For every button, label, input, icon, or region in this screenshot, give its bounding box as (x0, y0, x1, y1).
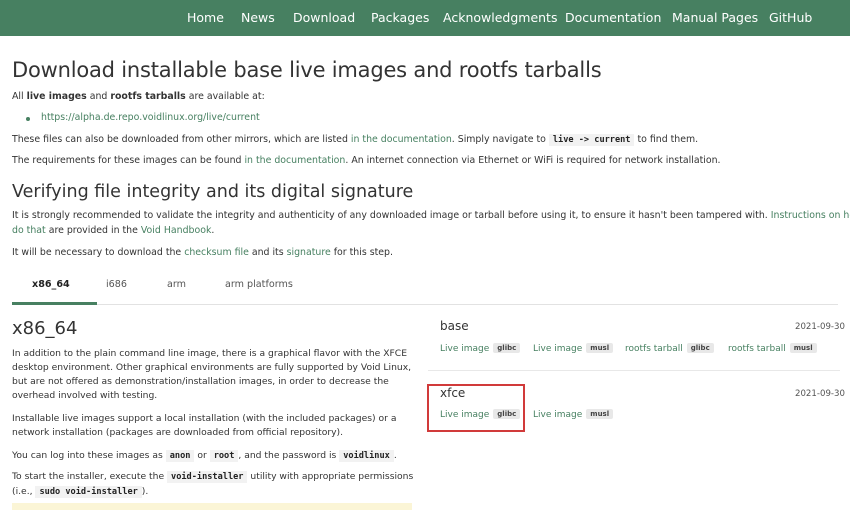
glibc-badge: glibc (493, 343, 521, 353)
requirements-text: The requirements for these images can be… (12, 155, 245, 166)
link-label: Live image (533, 344, 583, 354)
login-paragraph: You can log into these images as anon or… (12, 449, 397, 464)
live-current-code: live -> current (548, 134, 635, 146)
nav-github[interactable]: GitHub (769, 0, 812, 36)
xfce-highlight-box (427, 384, 525, 432)
nav-download[interactable]: Download (293, 0, 355, 36)
checksum-paragraph: It will be necessary to download the che… (12, 246, 393, 261)
anon-code: anon (165, 450, 195, 462)
signature-link[interactable]: signature (287, 247, 331, 258)
requirements-paragraph: The requirements for these images can be… (12, 154, 721, 169)
installer-text: ). (141, 486, 149, 497)
arch-tabs: x86_64 i686 arm arm platforms (12, 275, 838, 305)
base-rootfs-musl-link[interactable]: rootfs tarball musl (728, 343, 817, 354)
mirrors-text: These files can also be downloaded from … (12, 134, 351, 145)
base-date: 2021-09-30 (795, 322, 845, 332)
downloads-divider (428, 370, 840, 371)
verify-paragraph-line1: It is strongly recommended to validate t… (12, 209, 850, 224)
instructions-link-cont[interactable]: do that (12, 225, 46, 236)
nav-packages[interactable]: Packages (371, 0, 429, 36)
verify-paragraph-line2: do that are provided in the Void Handboo… (12, 224, 214, 239)
sudo-void-installer-code: sudo void-installer (35, 486, 142, 498)
mirrors-text: . Simply navigate to (451, 134, 549, 145)
nav-manual-pages[interactable]: Manual Pages (672, 0, 758, 36)
musl-badge: musl (586, 409, 614, 419)
requirements-documentation-link[interactable]: in the documentation (244, 155, 345, 166)
documentation-link[interactable]: in the documentation (351, 134, 452, 145)
verify-text: are provided in the (45, 225, 141, 236)
rootfs-tarballs-label: rootfs tarballs (110, 91, 186, 102)
arch-paragraph-2: Installable live images support a local … (12, 413, 397, 438)
voidlinux-code: voidlinux (339, 450, 394, 462)
tab-x86-64[interactable]: x86_64 (32, 279, 70, 290)
void-installer-code: void-installer (167, 471, 248, 483)
root-code: root (209, 450, 239, 462)
note-box (12, 503, 412, 510)
installer-paragraph-line2: (i.e., sudo void-installer). (12, 485, 148, 500)
verify-text: . (211, 225, 215, 236)
installer-text: (i.e., (12, 486, 36, 497)
base-live-glibc-link[interactable]: Live image glibc (440, 343, 521, 354)
link-label: rootfs tarball (625, 344, 683, 354)
verify-text: It is strongly recommended to validate t… (12, 210, 771, 221)
checksum-text: for this step. (330, 247, 393, 258)
intro-text: are available at: (185, 91, 265, 102)
arch-title: x86_64 (12, 318, 78, 339)
intro-text: All (12, 91, 27, 102)
void-handbook-link[interactable]: Void Handbook (141, 225, 212, 236)
page-title: Download installable base live images an… (12, 58, 602, 82)
arch-paragraph-1: In addition to the plain command line im… (12, 348, 412, 401)
base-title: base (440, 319, 469, 333)
checksum-text: and its (248, 247, 287, 258)
mirrors-paragraph: These files can also be downloaded from … (12, 133, 698, 148)
mirror-url-link[interactable]: https://alpha.de.repo.voidlinux.org/live… (41, 112, 260, 123)
login-text: . (393, 450, 397, 461)
active-tab-indicator (12, 302, 97, 305)
bullet-icon (26, 117, 30, 121)
intro-available: All live images and rootfs tarballs are … (12, 90, 265, 105)
installer-text: To start the installer, execute the (12, 471, 168, 482)
top-navbar: Home News Download Packages Acknowledgme… (0, 0, 850, 36)
login-text: You can log into these images as (12, 450, 166, 461)
glibc-badge: glibc (686, 343, 714, 353)
base-rootfs-glibc-link[interactable]: rootfs tarball glibc (625, 343, 714, 354)
link-label: Live image (440, 344, 490, 354)
instructions-link[interactable]: Instructions on how to (771, 210, 850, 221)
login-text: , and the password is (238, 450, 340, 461)
nav-documentation[interactable]: Documentation (565, 0, 661, 36)
installer-text: utility with appropriate permissions (247, 471, 414, 482)
intro-text: and (86, 91, 111, 102)
link-label: Live image (533, 410, 583, 420)
requirements-text: . An internet connection via Ethernet or… (345, 155, 721, 166)
live-images-label: live images (26, 91, 87, 102)
xfce-live-musl-link[interactable]: Live image musl (533, 409, 614, 420)
nav-acknowledgments[interactable]: Acknowledgments (443, 0, 557, 36)
musl-badge: musl (586, 343, 614, 353)
checksum-text: It will be necessary to download the (12, 247, 185, 258)
xfce-date: 2021-09-30 (795, 389, 845, 399)
tab-i686[interactable]: i686 (106, 279, 127, 290)
nav-news[interactable]: News (241, 0, 275, 36)
checksum-file-link[interactable]: checksum file (184, 247, 249, 258)
tab-arm[interactable]: arm (167, 279, 186, 290)
link-label: rootfs tarball (728, 344, 786, 354)
tab-arm-platforms[interactable]: arm platforms (225, 279, 293, 290)
login-text: or (194, 450, 210, 461)
installer-paragraph-line1: To start the installer, execute the void… (12, 470, 413, 485)
mirrors-text: to find them. (634, 134, 699, 145)
base-live-musl-link[interactable]: Live image musl (533, 343, 614, 354)
mirror-list-item: https://alpha.de.repo.voidlinux.org/live… (41, 111, 260, 126)
musl-badge: musl (789, 343, 817, 353)
nav-home[interactable]: Home (187, 0, 224, 36)
verify-title: Verifying file integrity and its digital… (12, 182, 414, 202)
